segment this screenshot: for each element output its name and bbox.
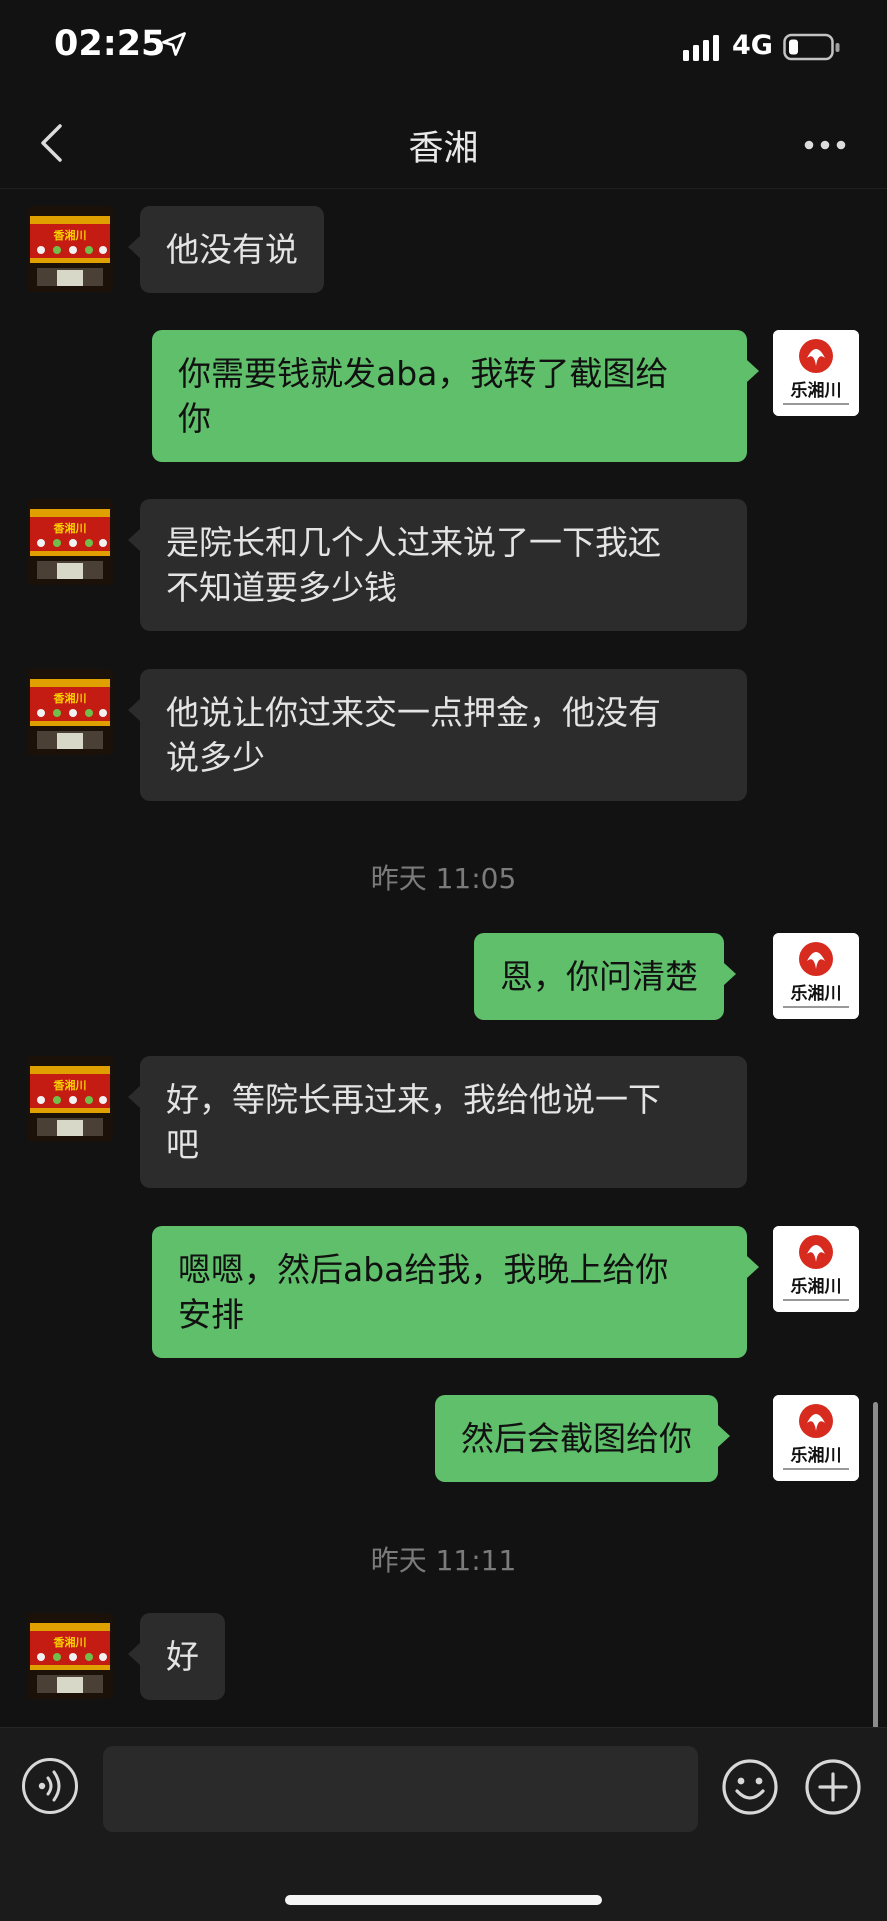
message-bubble-incoming[interactable]: 好 bbox=[128, 1613, 225, 1700]
status-time: 02:25 bbox=[54, 24, 166, 64]
message-bubble-incoming[interactable]: 好，等院长再过来，我给他说一下 吧 bbox=[128, 1056, 747, 1188]
message-timestamp: 昨天 11:05 bbox=[370, 862, 517, 895]
message-list[interactable]: 香湘川 他没有说 你需要钱就发aba，我转了截图给 你 乐湘川 香湘川 是院长和… bbox=[0, 189, 887, 1912]
chat-header: 香湘 bbox=[0, 100, 887, 189]
svg-text:香湘川: 香湘川 bbox=[53, 1635, 87, 1649]
battery-icon bbox=[783, 33, 840, 61]
svg-text:香湘川: 香湘川 bbox=[53, 691, 87, 705]
message-bubble-outgoing[interactable]: 嗯嗯，然后aba给我，我晚上给你 安排 bbox=[152, 1226, 759, 1358]
status-bar: 02:25 4G bbox=[0, 0, 887, 100]
location-arrow-icon bbox=[162, 32, 186, 56]
contact-avatar[interactable]: 香湘川 bbox=[27, 499, 113, 585]
emoji-button[interactable] bbox=[721, 1758, 779, 1816]
message-bubble-incoming[interactable]: 他说让你过来交一点押金，他没有 说多少 bbox=[128, 669, 747, 801]
emoji-smile-icon bbox=[722, 1759, 778, 1815]
message-timestamp: 昨天 11:11 bbox=[370, 1544, 517, 1577]
svg-text:乐湘川: 乐湘川 bbox=[791, 1276, 842, 1297]
message-bubble-outgoing[interactable]: 恩，你问清楚 bbox=[474, 933, 736, 1020]
chat-title: 香湘 bbox=[408, 129, 479, 169]
svg-text:香湘川: 香湘川 bbox=[53, 521, 87, 535]
message-bubble-outgoing[interactable]: 你需要钱就发aba，我转了截图给 你 bbox=[152, 330, 759, 462]
contact-avatar[interactable]: 香湘川 bbox=[27, 206, 113, 292]
svg-text:乐湘川: 乐湘川 bbox=[791, 380, 842, 401]
voice-input-button[interactable] bbox=[22, 1758, 78, 1814]
message-input[interactable] bbox=[103, 1746, 698, 1832]
voice-wave-icon bbox=[38, 1770, 61, 1802]
svg-text:香湘川: 香湘川 bbox=[53, 1078, 87, 1092]
message-bubble-outgoing[interactable]: 然后会截图给你 bbox=[435, 1395, 730, 1482]
network-type: 4G bbox=[732, 30, 773, 61]
contact-avatar[interactable]: 香湘川 bbox=[27, 669, 113, 755]
more-functions-button[interactable] bbox=[804, 1758, 862, 1816]
svg-text:乐湘川: 乐湘川 bbox=[791, 1445, 842, 1466]
message-bubble-incoming[interactable]: 他没有说 bbox=[128, 206, 324, 293]
signal-bars-icon bbox=[683, 35, 719, 61]
input-bar bbox=[0, 1727, 887, 1921]
home-indicator bbox=[285, 1895, 602, 1905]
svg-text:香湘川: 香湘川 bbox=[53, 228, 87, 242]
plus-circle-icon bbox=[805, 1759, 861, 1815]
more-options-button[interactable] bbox=[790, 120, 860, 170]
svg-text:乐湘川: 乐湘川 bbox=[791, 983, 842, 1004]
my-avatar[interactable]: 乐湘川 bbox=[773, 933, 859, 1019]
contact-avatar[interactable]: 香湘川 bbox=[27, 1056, 113, 1142]
contact-avatar[interactable]: 香湘川 bbox=[27, 1613, 113, 1699]
my-avatar[interactable]: 乐湘川 bbox=[773, 330, 859, 416]
more-dots-icon bbox=[804, 140, 846, 150]
my-avatar[interactable]: 乐湘川 bbox=[773, 1395, 859, 1481]
my-avatar[interactable]: 乐湘川 bbox=[773, 1226, 859, 1312]
message-bubble-incoming[interactable]: 是院长和几个人过来说了一下我还 不知道要多少钱 bbox=[128, 499, 747, 631]
